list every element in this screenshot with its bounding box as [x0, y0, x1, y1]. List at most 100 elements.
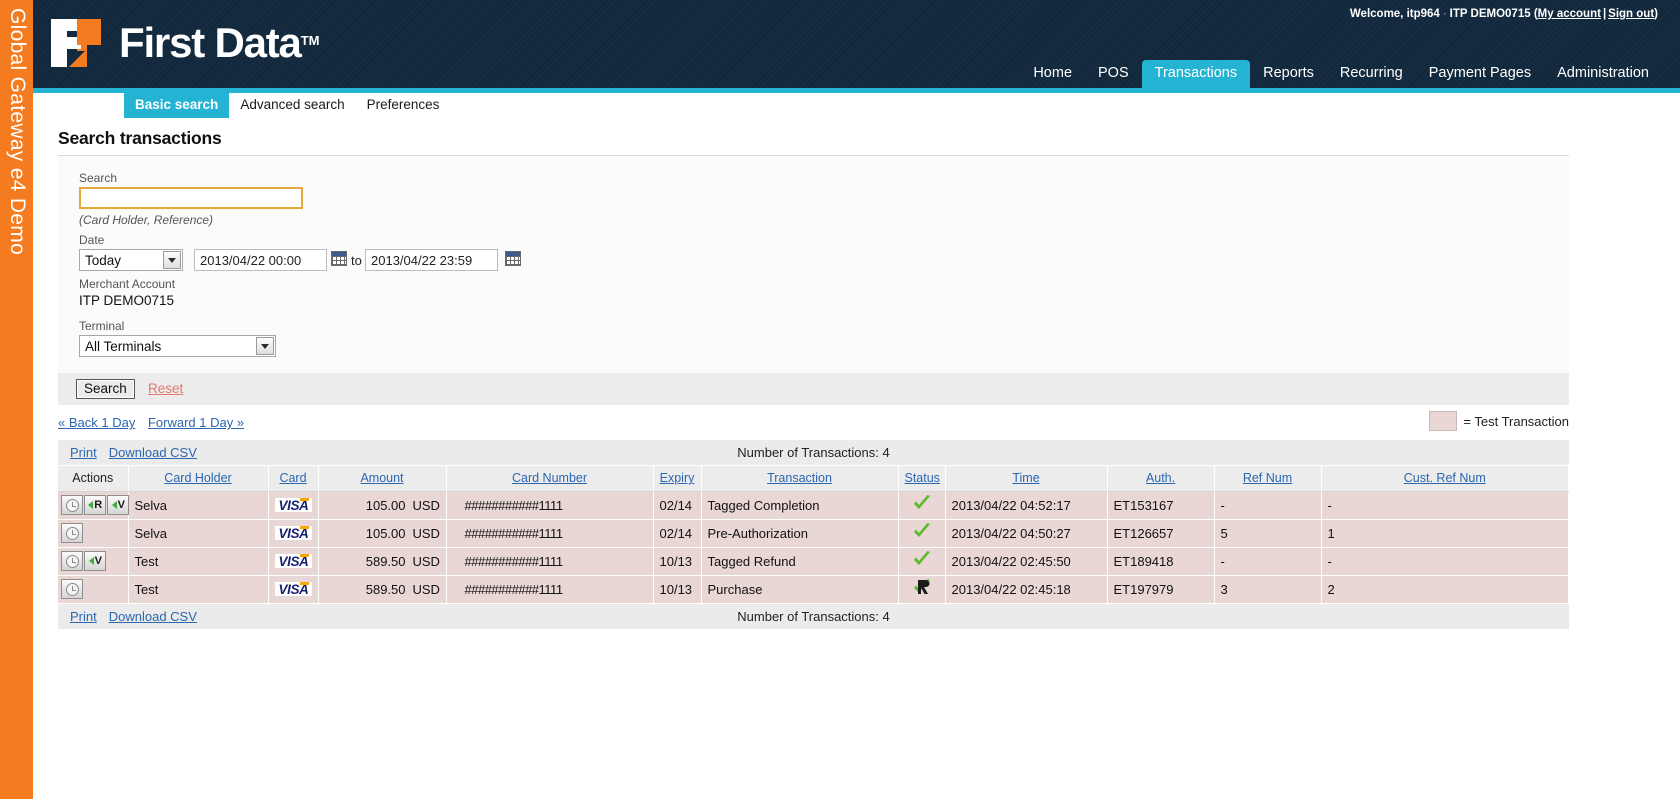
cell-cust-ref-num: 2	[1321, 575, 1569, 604]
cell-transaction: Tagged Refund	[701, 547, 899, 576]
terminal-value: All Terminals	[85, 338, 162, 354]
col-status: Status	[898, 466, 946, 492]
row-actions: R V	[58, 491, 129, 520]
col-expiry: Expiry	[653, 466, 702, 492]
view-icon[interactable]	[61, 551, 83, 571]
nav-item-administration[interactable]: Administration	[1544, 60, 1662, 88]
col-card-label[interactable]: Card	[279, 471, 306, 485]
merchant-account-value: ITP DEMO0715	[79, 293, 175, 308]
col-card-holder-label[interactable]: Card Holder	[164, 471, 231, 485]
cell-transaction: Tagged Completion	[701, 491, 899, 520]
sign-out-link[interactable]: Sign out	[1608, 8, 1654, 20]
cell-currency: USD	[412, 525, 440, 541]
approved-check-icon	[912, 551, 932, 568]
terminal-select[interactable]: All Terminals	[79, 335, 276, 357]
my-account-link[interactable]: My account	[1538, 8, 1601, 20]
nav-item-pos[interactable]: POS	[1085, 60, 1142, 88]
date-preset-value: Today	[85, 252, 122, 268]
cell-status	[898, 575, 946, 604]
table-row[interactable]: R V Selva VISA 105.00 USD ###########1111…	[58, 491, 1569, 520]
visa-logo-icon: VISA	[274, 581, 313, 596]
nav-item-payment-pages[interactable]: Payment Pages	[1416, 60, 1544, 88]
cell-cust-ref-num: -	[1321, 547, 1569, 576]
cell-card: VISA	[268, 491, 319, 520]
col-transaction-label[interactable]: Transaction	[767, 471, 832, 485]
main-navigation: Home POS Transactions Reports Recurring …	[1020, 60, 1662, 88]
approved-check-icon	[912, 495, 932, 512]
cell-card-number: ###########1111	[446, 575, 654, 604]
welcome-separator: ·	[1442, 8, 1447, 20]
table-row[interactable]: Selva VISA 105.00 USD ###########1111 02/…	[58, 519, 1569, 548]
cell-auth: ET197979	[1107, 575, 1215, 604]
cell-card-number: ###########1111	[446, 547, 654, 576]
col-auth-label[interactable]: Auth.	[1146, 471, 1175, 485]
row-actions: V	[58, 547, 129, 576]
visa-logo-icon: VISA	[274, 553, 313, 568]
col-card-number-label[interactable]: Card Number	[512, 471, 587, 485]
legend-swatch	[1429, 411, 1458, 431]
date-to-input[interactable]	[365, 249, 498, 271]
search-hint: (Card Holder, Reference)	[79, 213, 214, 227]
table-row[interactable]: V Test VISA 589.50 USD ###########1111 10…	[58, 547, 1569, 576]
refund-icon[interactable]: R	[84, 495, 106, 515]
cell-auth: ET153167	[1107, 491, 1215, 520]
cell-card-holder: Test	[128, 547, 269, 576]
view-icon[interactable]	[61, 523, 83, 543]
cell-amount-value: 589.50	[365, 581, 406, 597]
brand-logo[interactable]: First DataTM	[47, 7, 320, 79]
forward-one-day-link[interactable]: Forward 1 Day »	[148, 415, 244, 430]
view-icon[interactable]	[61, 495, 83, 515]
col-status-label[interactable]: Status	[905, 471, 940, 485]
col-cust-ref-num-label[interactable]: Cust. Ref Num	[1404, 471, 1486, 485]
search-actions-bar: Search Reset	[58, 373, 1569, 405]
table-row[interactable]: Test VISA 589.50 USD ###########1111 10/1…	[58, 575, 1569, 604]
back-one-day-link[interactable]: « Back 1 Day	[58, 415, 135, 430]
tab-advanced-search[interactable]: Advanced search	[229, 93, 355, 118]
col-expiry-label[interactable]: Expiry	[660, 471, 695, 485]
welcome-bar: Welcome, itp964 · ITP DEMO0715 (My account…	[1350, 8, 1658, 20]
cell-time: 2013/04/22 04:50:27	[945, 519, 1108, 548]
terminal-label: Terminal	[79, 319, 125, 333]
void-icon[interactable]: V	[84, 551, 106, 571]
date-field-label: Date	[79, 233, 105, 247]
cell-card-holder: Selva	[128, 491, 269, 520]
transactions-table-wrap: Print Download CSV Number of Transaction…	[58, 440, 1569, 630]
cell-card: VISA	[268, 547, 319, 576]
cell-card-holder: Test	[128, 575, 269, 604]
cell-currency: USD	[412, 553, 440, 569]
cell-currency: USD	[412, 581, 440, 597]
col-amount-label[interactable]: Amount	[360, 471, 403, 485]
search-input[interactable]	[79, 187, 303, 209]
date-from-input[interactable]	[194, 249, 327, 271]
cell-amount-value: 589.50	[365, 553, 406, 569]
transactions-table: Actions Card Holder Card Amount Card Num…	[58, 466, 1569, 604]
table-toolbar-bottom: Print Download CSV Number of Transaction…	[58, 603, 1569, 630]
chevron-down-icon[interactable]	[163, 251, 181, 269]
calendar-icon-to[interactable]	[505, 251, 521, 266]
cell-transaction: Pre-Authorization	[701, 519, 899, 548]
void-icon[interactable]: V	[107, 495, 129, 515]
calendar-icon-from[interactable]	[331, 251, 347, 266]
search-form-panel: Search (Card Holder, Reference) Date Tod…	[58, 156, 1569, 378]
nav-item-transactions[interactable]: Transactions	[1141, 60, 1251, 88]
search-button[interactable]: Search	[76, 379, 135, 399]
cell-time: 2013/04/22 04:52:17	[945, 491, 1108, 520]
transaction-count-bottom: Number of Transactions: 4	[737, 608, 890, 624]
nav-item-home[interactable]: Home	[1020, 60, 1085, 88]
approved-check-r-icon	[912, 579, 932, 596]
col-time-label[interactable]: Time	[1012, 471, 1039, 485]
cell-card-number: ###########1111	[446, 491, 654, 520]
nav-item-reports[interactable]: Reports	[1250, 60, 1327, 88]
app-root: Global Gateway e4 Demo First DataTM Welc…	[0, 0, 1680, 799]
tab-preferences[interactable]: Preferences	[356, 93, 451, 118]
cell-status	[898, 491, 946, 520]
tab-basic-search[interactable]: Basic search	[124, 93, 230, 118]
view-icon[interactable]	[61, 579, 83, 599]
cell-ref-num: 5	[1214, 519, 1322, 548]
chevron-down-icon-terminal[interactable]	[256, 337, 274, 355]
cell-ref-num: -	[1214, 491, 1322, 520]
nav-item-recurring[interactable]: Recurring	[1327, 60, 1416, 88]
date-preset-select[interactable]: Today	[79, 249, 183, 271]
col-ref-num-label[interactable]: Ref Num	[1243, 471, 1292, 485]
reset-link[interactable]: Reset	[148, 381, 183, 396]
